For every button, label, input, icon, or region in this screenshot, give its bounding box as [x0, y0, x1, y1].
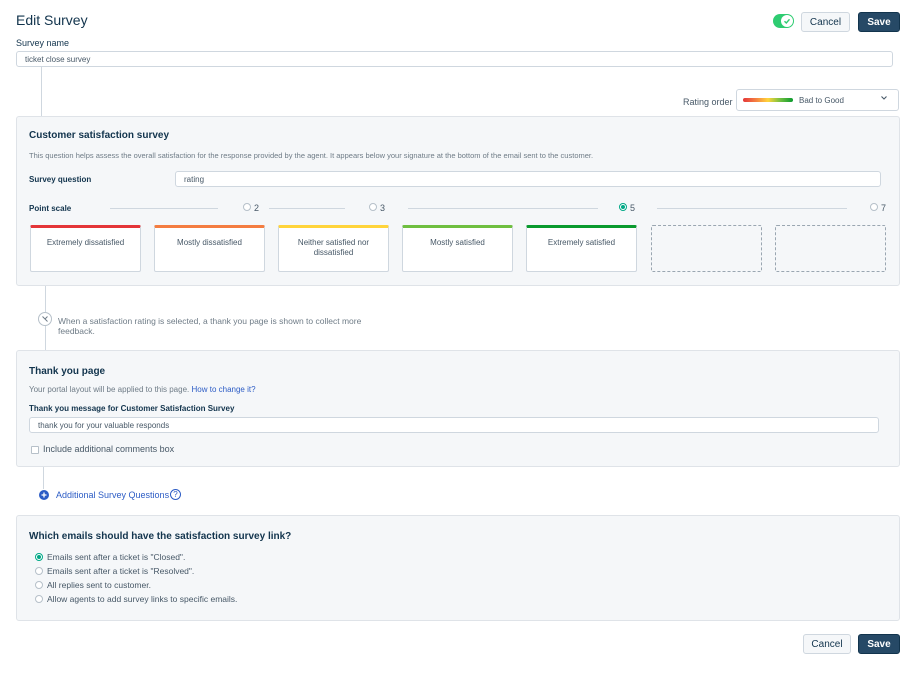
emails-title: Which emails should have the satisfactio…: [29, 531, 292, 542]
survey-name-label: Survey name: [16, 38, 70, 48]
scale-track: [408, 208, 598, 209]
rating-order-value: Bad to Good: [799, 95, 844, 105]
rating-order-select[interactable]: Bad to Good: [736, 89, 899, 111]
survey-name-input[interactable]: ticket close survey: [16, 51, 893, 67]
point-scale-label: Point scale: [29, 204, 72, 213]
flow-connector: [45, 326, 46, 350]
csat-title: Customer satisfaction survey: [29, 130, 170, 141]
email-option-resolved-radio[interactable]: [35, 567, 43, 575]
rating-card-neutral[interactable]: Neither satisfied nor dissatisfied: [278, 225, 389, 272]
thank-you-message-input[interactable]: thank you for your valuable responds: [29, 417, 879, 433]
rating-card-placeholder: [775, 225, 886, 272]
rating-gradient-swatch: [743, 98, 793, 102]
point-option-2-radio[interactable]: [243, 203, 251, 211]
rating-card-mostly-satisfied[interactable]: Mostly satisfied: [402, 225, 513, 272]
point-option-2-label: 2: [254, 203, 260, 213]
thank-you-message-label: Thank you message for Customer Satisfact…: [29, 404, 235, 413]
survey-question-label: Survey question: [29, 175, 92, 184]
layout-note-text: Your portal layout will be applied to th…: [29, 385, 190, 394]
point-option-3-label: 3: [380, 203, 386, 213]
rating-card-extremely-satisfied[interactable]: Extremely satisfied: [526, 225, 637, 272]
point-option-3-radio[interactable]: [369, 203, 377, 211]
page-title: Edit Survey: [16, 12, 88, 28]
point-option-7-radio[interactable]: [870, 203, 878, 211]
email-option-all-replies-radio[interactable]: [35, 581, 43, 589]
point-option-7-label: 7: [881, 203, 887, 213]
survey-enabled-toggle[interactable]: [773, 14, 794, 28]
how-to-change-link[interactable]: How to change it?: [192, 385, 256, 394]
cancel-button-bottom[interactable]: Cancel: [803, 634, 851, 654]
point-option-5-radio[interactable]: [619, 203, 627, 211]
cancel-button-top[interactable]: Cancel: [801, 12, 850, 32]
rating-order-label: Rating order: [683, 97, 733, 107]
thank-you-layout-note: Your portal layout will be applied to th…: [29, 385, 256, 394]
survey-question-input[interactable]: rating: [175, 171, 881, 187]
scale-track: [269, 208, 345, 209]
flow-note: When a satisfaction rating is selected, …: [58, 316, 362, 336]
point-option-5-label: 5: [630, 203, 636, 213]
add-icon[interactable]: [39, 490, 49, 500]
csat-description: This question helps assess the overall s…: [29, 151, 594, 160]
rating-card-mostly-dissatisfied[interactable]: Mostly dissatisfied: [154, 225, 265, 272]
thank-you-title: Thank you page: [29, 366, 106, 377]
email-option-resolved-label: Emails sent after a ticket is "Resolved"…: [47, 566, 195, 576]
rating-card-extremely-dissatisfied[interactable]: Extremely dissatisfied: [30, 225, 141, 272]
email-option-closed-radio[interactable]: [35, 553, 43, 561]
comments-checkbox-label: Include additional comments box: [43, 444, 175, 454]
email-option-agents-label: Allow agents to add survey links to spec…: [47, 594, 238, 604]
flow-connector: [43, 467, 44, 489]
flow-step-icon: [38, 312, 52, 326]
email-option-agents-radio[interactable]: [35, 595, 43, 603]
check-icon: [784, 18, 791, 25]
email-option-closed-label: Emails sent after a ticket is "Closed".: [47, 552, 186, 562]
comments-checkbox[interactable]: [31, 446, 39, 454]
scale-track: [657, 208, 847, 209]
flow-connector: [45, 286, 46, 312]
chevron-down-icon: [880, 94, 888, 104]
help-icon[interactable]: ?: [170, 489, 181, 500]
toggle-knob: [781, 15, 793, 27]
scale-track: [110, 208, 218, 209]
email-option-all-replies-label: All replies sent to customer.: [47, 580, 151, 590]
flow-connector: [41, 67, 42, 116]
save-button-bottom[interactable]: Save: [858, 634, 900, 654]
save-button-top[interactable]: Save: [858, 12, 900, 32]
rating-card-placeholder: [651, 225, 762, 272]
additional-questions-link[interactable]: Additional Survey Questions: [56, 490, 169, 500]
